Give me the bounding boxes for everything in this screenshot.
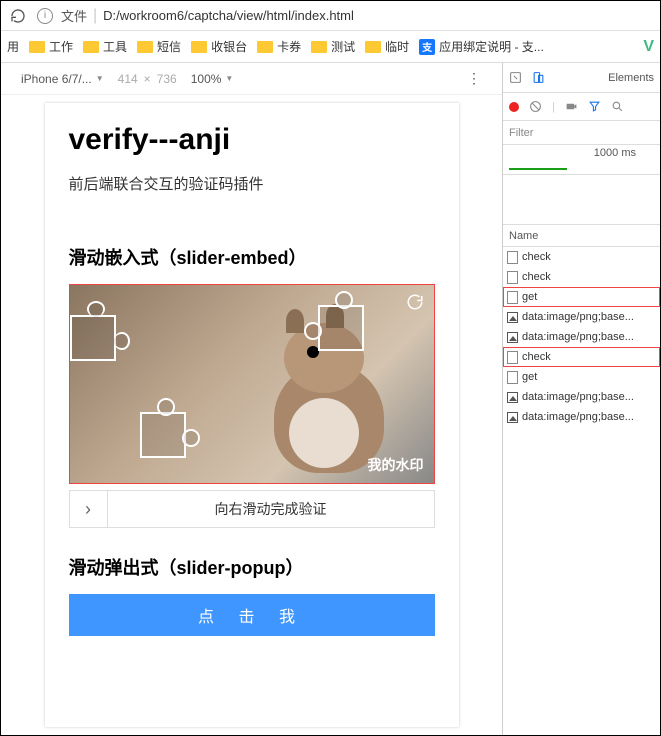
- image-icon: [507, 312, 518, 323]
- timeline-tick-label: 1000 ms: [594, 147, 636, 159]
- filter-icon[interactable]: [588, 100, 601, 113]
- network-row[interactable]: data:image/png;base...: [503, 327, 660, 347]
- bookmarks-bar: 用 工作 工具 短信 收银台 卡券 测试 临时 支应用绑定说明 - 支... V: [1, 31, 660, 63]
- network-row[interactable]: data:image/png;base...: [503, 307, 660, 327]
- clear-icon[interactable]: [529, 100, 542, 113]
- network-request-list: check check get data:image/png;base... d…: [503, 247, 660, 735]
- section-title-popup: 滑动弹出式（slider-popup）: [69, 554, 435, 580]
- image-icon: [507, 332, 518, 343]
- network-toolbar: |: [503, 93, 660, 121]
- viewport-dimensions[interactable]: 414 × 736: [118, 72, 177, 86]
- network-row[interactable]: check: [503, 247, 660, 267]
- url-scheme-label: 文件: [61, 6, 87, 25]
- page-title: verify---anji: [69, 123, 435, 157]
- puzzle-piece-slot: [70, 315, 116, 361]
- device-selector[interactable]: iPhone 6/7/... ▼: [21, 72, 104, 86]
- chevron-down-icon: ▼: [96, 74, 104, 83]
- folder-icon: [83, 41, 99, 53]
- inspect-icon[interactable]: [509, 71, 522, 84]
- network-row[interactable]: get: [503, 287, 660, 307]
- watermark: 我的水印: [368, 455, 424, 475]
- image-icon: [507, 412, 518, 423]
- vue-icon: V: [643, 38, 654, 56]
- bookmark-item[interactable]: 支应用绑定说明 - 支...: [419, 38, 544, 55]
- folder-icon: [29, 41, 45, 53]
- slider-hint-text: 向右滑动完成验证: [108, 491, 434, 527]
- column-header-name[interactable]: Name: [503, 225, 660, 247]
- bookmark-item[interactable]: V: [643, 38, 654, 56]
- record-icon[interactable]: [509, 102, 519, 112]
- document-icon: [507, 251, 518, 264]
- captcha-image: 我的水印: [69, 284, 435, 484]
- camera-icon[interactable]: [565, 100, 578, 113]
- more-icon[interactable]: ⋮: [467, 70, 482, 87]
- bookmark-item[interactable]: 卡券: [257, 38, 301, 55]
- open-popup-button[interactable]: 点 击 我: [69, 594, 435, 636]
- folder-icon: [257, 41, 273, 53]
- bookmark-item[interactable]: 测试: [311, 38, 355, 55]
- devtools-tabs: Elements: [503, 63, 660, 93]
- section-title-embed: 滑动嵌入式（slider-embed）: [69, 244, 435, 270]
- slider-track: › 向右滑动完成验证: [69, 490, 435, 528]
- slider-handle[interactable]: ›: [70, 491, 108, 527]
- bookmark-item[interactable]: 工作: [29, 38, 73, 55]
- bookmark-item[interactable]: 临时: [365, 38, 409, 55]
- folder-icon: [365, 41, 381, 53]
- document-icon: [507, 371, 518, 384]
- network-row[interactable]: data:image/png;base...: [503, 407, 660, 427]
- puzzle-piece-decoy: [140, 412, 186, 458]
- devtools-panel: Elements | Filter 1000 ms Name check che…: [502, 63, 660, 735]
- url-path[interactable]: D:/workroom6/captcha/view/html/index.htm…: [103, 8, 354, 23]
- tab-elements[interactable]: Elements: [608, 72, 654, 84]
- browser-url-bar: i 文件 | D:/workroom6/captcha/view/html/in…: [1, 1, 660, 31]
- folder-icon: [191, 41, 207, 53]
- network-row[interactable]: data:image/png;base...: [503, 387, 660, 407]
- bookmark-item[interactable]: 用: [7, 38, 19, 55]
- alipay-icon: 支: [419, 39, 435, 55]
- device-toolbar: iPhone 6/7/... ▼ 414 × 736 100% ▼ ⋮: [1, 63, 502, 95]
- network-row[interactable]: get: [503, 367, 660, 387]
- timeline-bar: [509, 168, 567, 170]
- bookmark-item[interactable]: 收银台: [191, 38, 247, 55]
- device-toggle-icon[interactable]: [532, 71, 545, 84]
- network-row[interactable]: check: [503, 267, 660, 287]
- folder-icon: [137, 41, 153, 53]
- chevron-down-icon: ▼: [225, 74, 233, 83]
- device-frame: verify---anji 前后端联合交互的验证码插件 滑动嵌入式（slider…: [45, 103, 459, 727]
- reload-icon[interactable]: [9, 7, 27, 25]
- bookmark-item[interactable]: 工具: [83, 38, 127, 55]
- page-subtitle: 前后端联合交互的验证码插件: [69, 173, 435, 194]
- folder-icon: [311, 41, 327, 53]
- network-row[interactable]: check: [503, 347, 660, 367]
- zoom-selector[interactable]: 100% ▼: [191, 72, 234, 86]
- document-icon: [507, 291, 518, 304]
- document-icon: [507, 351, 518, 364]
- search-icon[interactable]: [611, 100, 624, 113]
- refresh-captcha-icon[interactable]: [406, 293, 424, 316]
- document-icon: [507, 271, 518, 284]
- chevron-right-icon: ›: [85, 499, 91, 520]
- filter-input[interactable]: Filter: [503, 121, 660, 145]
- puzzle-piece-target: [318, 305, 364, 351]
- device-preview-panel: iPhone 6/7/... ▼ 414 × 736 100% ▼ ⋮ veri…: [1, 63, 502, 735]
- bookmark-item[interactable]: 短信: [137, 38, 181, 55]
- network-timeline[interactable]: 1000 ms: [503, 145, 660, 175]
- info-icon[interactable]: i: [37, 8, 53, 24]
- image-icon: [507, 392, 518, 403]
